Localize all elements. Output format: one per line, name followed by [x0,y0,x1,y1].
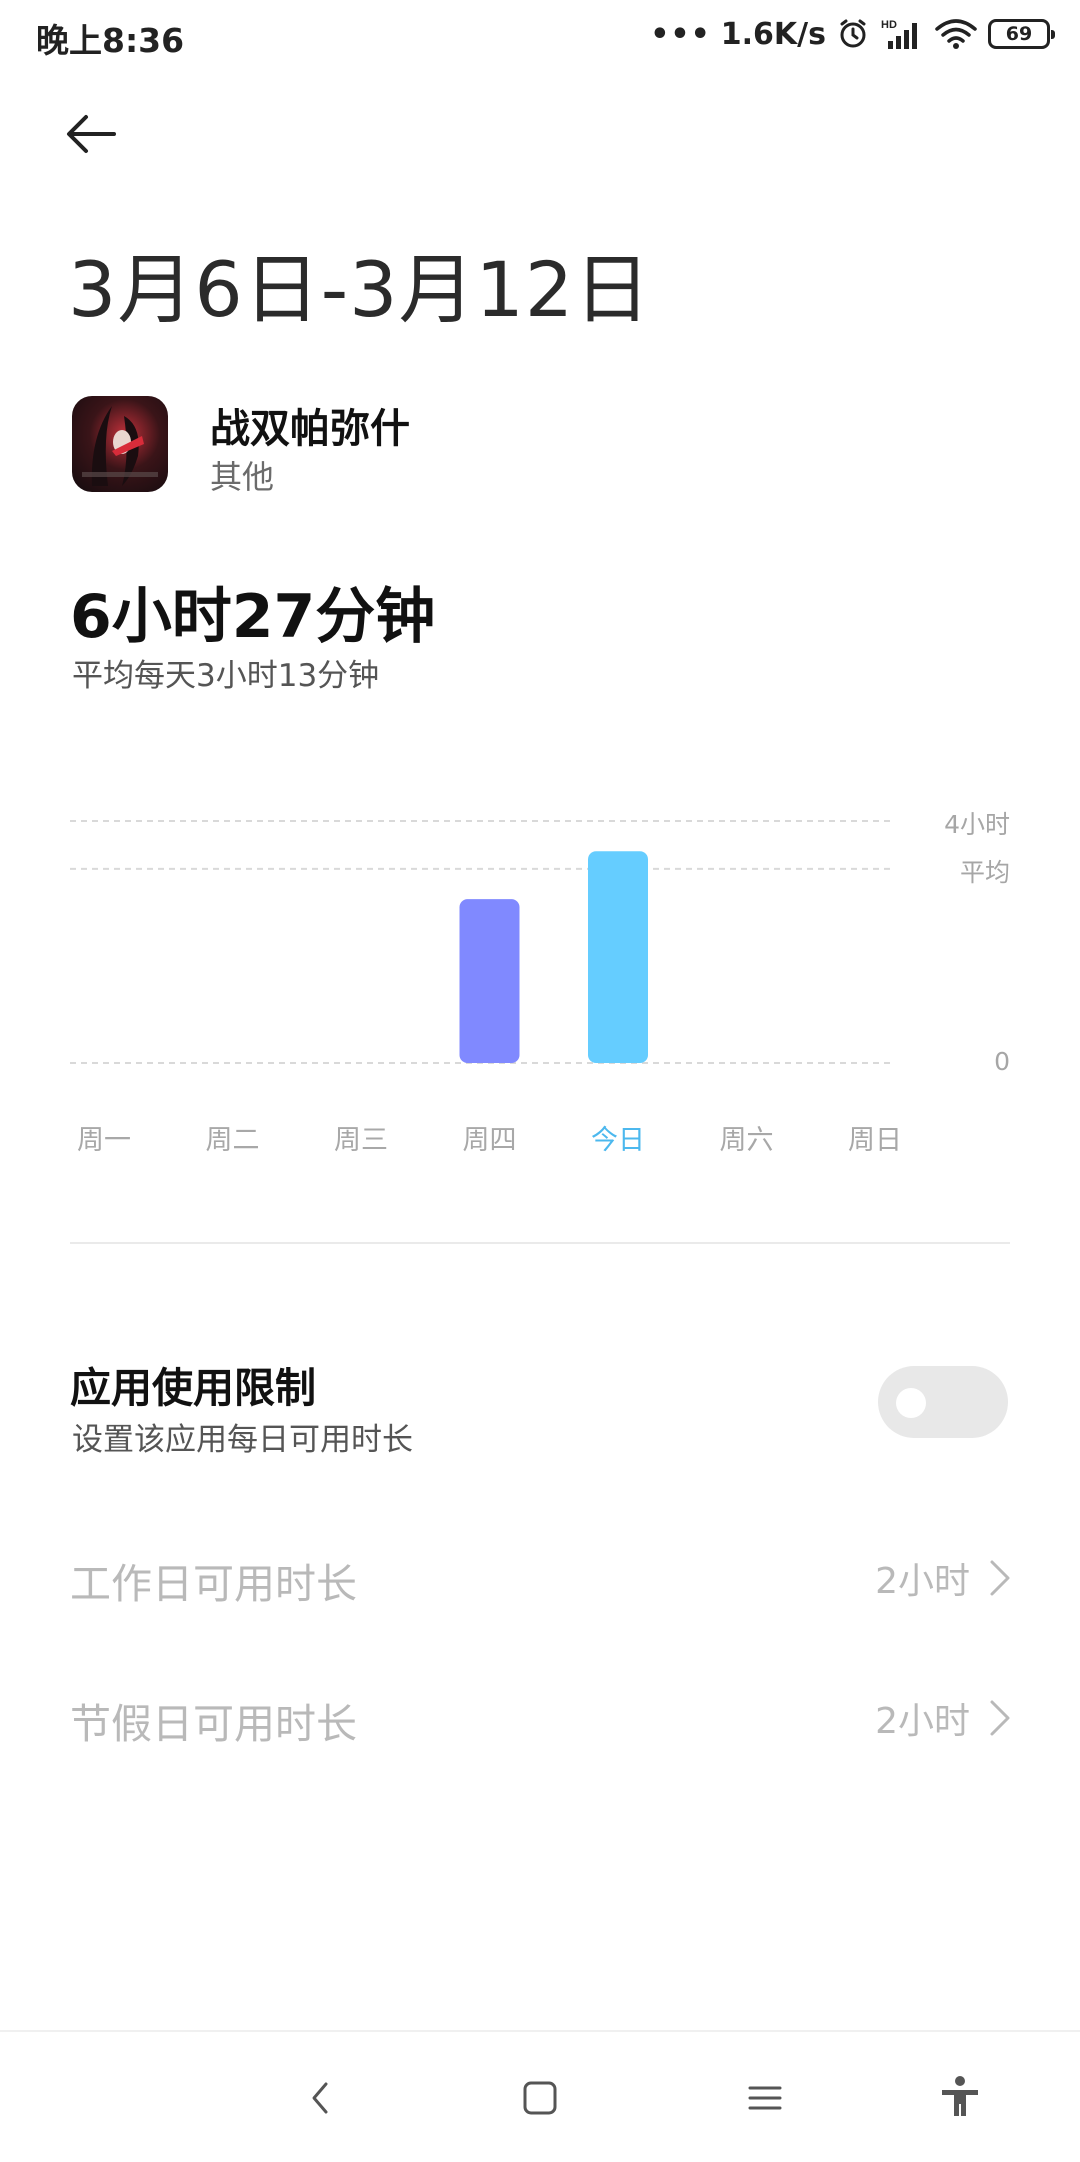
status-icons: ••• 1.6K/s HD 69 [650,12,1055,56]
status-bar: 晚上8:36 ••• 1.6K/s HD 69 [0,0,1080,68]
network-speed: 1.6K/s [720,16,826,52]
accessibility-icon [942,2076,978,2116]
day-label: 周六 [719,1125,774,1156]
alarm-icon [836,17,870,51]
nav-home-button[interactable] [510,2068,570,2128]
weekday-limit-value: 2小时 [875,1561,970,1602]
weekday-limit-label: 工作日可用时长 [70,1560,357,1608]
day-label: 周二 [205,1125,260,1156]
toggle-knob [896,1388,926,1418]
chart-bar [588,851,648,1063]
hd-signal-icon: HD [880,17,924,51]
average-usage-time: 平均每天3小时13分钟 [72,658,380,694]
day-label: 周三 [334,1125,388,1156]
accessibility-button[interactable] [930,2068,990,2128]
reference-line-label: 4小时 [944,810,1010,839]
section-divider [70,1242,1010,1244]
back-button[interactable] [60,104,140,164]
chevron-right-icon [990,1560,1010,1596]
chart-bar [459,899,520,1063]
day-label: 周日 [848,1125,902,1156]
chevron-right-icon [990,1700,1010,1736]
page-title: 3月6日-3月12日 [68,245,652,334]
total-usage-time: 6小时27分钟 [70,582,436,652]
battery-level: 69 [1005,23,1033,45]
usage-chart-svg [70,820,895,1064]
holiday-limit-value: 2小时 [875,1701,970,1742]
nav-menu-icon [748,2086,782,2110]
wifi-icon [934,17,978,51]
limit-subtitle: 设置该应用每日可用时长 [72,1422,413,1458]
back-arrow-icon [67,115,116,153]
nav-back-button[interactable] [290,2068,350,2128]
app-icon [72,396,168,492]
battery-icon: 69 [988,19,1055,49]
reference-line-label: 平均 [959,857,1010,887]
svg-text:HD: HD [881,19,897,31]
system-nav-bar [0,2030,1080,2162]
day-label: 周四 [462,1125,517,1156]
app-category: 其他 [210,458,275,496]
reference-line-label: 0 [994,1047,1010,1076]
holiday-limit-row[interactable]: 节假日可用时长 2小时 [0,1662,1080,1762]
app-name: 战双帕弥什 [210,406,410,452]
day-label-today: 今日 [591,1125,645,1156]
status-dots: ••• [650,16,711,52]
day-label: 周一 [77,1125,131,1156]
nav-home-icon [523,2081,557,2115]
limit-title: 应用使用限制 [70,1364,316,1412]
nav-back-icon [312,2082,328,2114]
status-time: 晚上8:36 [36,21,185,60]
nav-menu-button[interactable] [735,2068,795,2128]
holiday-limit-label: 节假日可用时长 [70,1700,357,1748]
limit-toggle[interactable] [878,1366,1008,1438]
weekday-limit-row[interactable]: 工作日可用时长 2小时 [0,1522,1080,1622]
usage-chart [0,760,1080,1160]
